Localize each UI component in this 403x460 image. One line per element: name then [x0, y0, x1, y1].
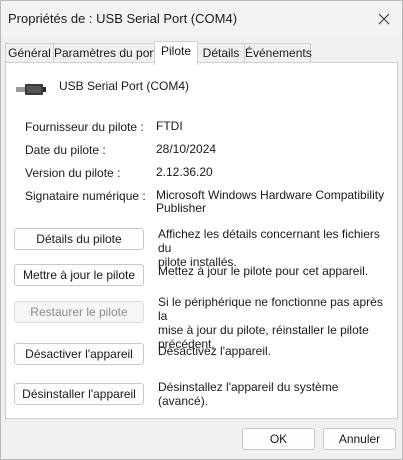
- properties-dialog: Propriétés de : USB Serial Port (COM4) G…: [0, 0, 403, 460]
- tab-details[interactable]: Détails: [197, 43, 245, 63]
- signer-value-line2: Publisher: [156, 201, 207, 215]
- desc-line: mise à jour du pilote, réinstaller le pi…: [158, 323, 369, 337]
- close-button[interactable]: [374, 9, 394, 29]
- desc-line: Affichez les détails concernant les fich…: [158, 227, 380, 255]
- tab-label: Général: [8, 46, 51, 60]
- signer-label: Signataire numérique :: [25, 189, 146, 203]
- window-title: Propriétés de : USB Serial Port (COM4): [8, 11, 238, 26]
- update-driver-button[interactable]: Mettre à jour le pilote: [14, 264, 144, 286]
- update-driver-desc: Mettez à jour le pilote pour cet apparei…: [158, 264, 388, 278]
- tab-label: Détails: [202, 46, 240, 60]
- ok-button[interactable]: OK: [242, 428, 315, 450]
- desc-line: Désinstallez l'appareil du système (avan…: [158, 380, 339, 408]
- desc-line: Mettez à jour le pilote pour cet apparei…: [158, 264, 369, 278]
- desc-line: Si le périphérique ne fonctionne pas apr…: [158, 295, 383, 323]
- close-icon: [378, 13, 390, 25]
- tab-label: Paramètres du port: [54, 46, 157, 60]
- tab-label: Événements: [245, 46, 312, 60]
- tab-label: Pilote: [160, 44, 192, 58]
- disable-device-button[interactable]: Désactiver l'appareil: [14, 343, 144, 365]
- driver-details-button[interactable]: Détails du pilote: [14, 228, 144, 250]
- driver-details-desc: Affichez les détails concernant les fich…: [158, 227, 388, 269]
- disable-device-desc: Désactivez l'appareil.: [158, 344, 388, 358]
- rollback-driver-desc: Si le périphérique ne fonctionne pas apr…: [158, 295, 388, 351]
- date-value: 28/10/2024: [156, 142, 217, 156]
- uninstall-device-desc: Désinstallez l'appareil du système (avan…: [158, 380, 388, 408]
- date-label: Date du pilote :: [25, 143, 106, 157]
- tab-port-settings[interactable]: Paramètres du port: [53, 43, 157, 63]
- tab-events[interactable]: Événements: [244, 43, 312, 63]
- title-bar: Propriétés de : USB Serial Port (COM4): [1, 1, 402, 37]
- uninstall-device-button[interactable]: Désinstaller l'appareil: [14, 383, 144, 405]
- rollback-driver-button[interactable]: Restaurer le pilote: [14, 301, 144, 323]
- provider-label: Fournisseur du pilote :: [25, 120, 144, 134]
- usb-connector-icon: [16, 84, 46, 95]
- cancel-button[interactable]: Annuler: [323, 428, 396, 450]
- version-value: 2.12.36.20: [156, 165, 213, 179]
- version-label: Version du pilote :: [25, 166, 121, 180]
- tab-driver[interactable]: Pilote: [154, 41, 198, 65]
- provider-value: FTDI: [156, 119, 183, 133]
- desc-line: Désactivez l'appareil.: [158, 344, 272, 358]
- driver-panel: USB Serial Port (COM4) Fournisseur du pi…: [5, 62, 398, 419]
- device-name: USB Serial Port (COM4): [59, 79, 190, 93]
- tab-general[interactable]: Général: [5, 43, 54, 63]
